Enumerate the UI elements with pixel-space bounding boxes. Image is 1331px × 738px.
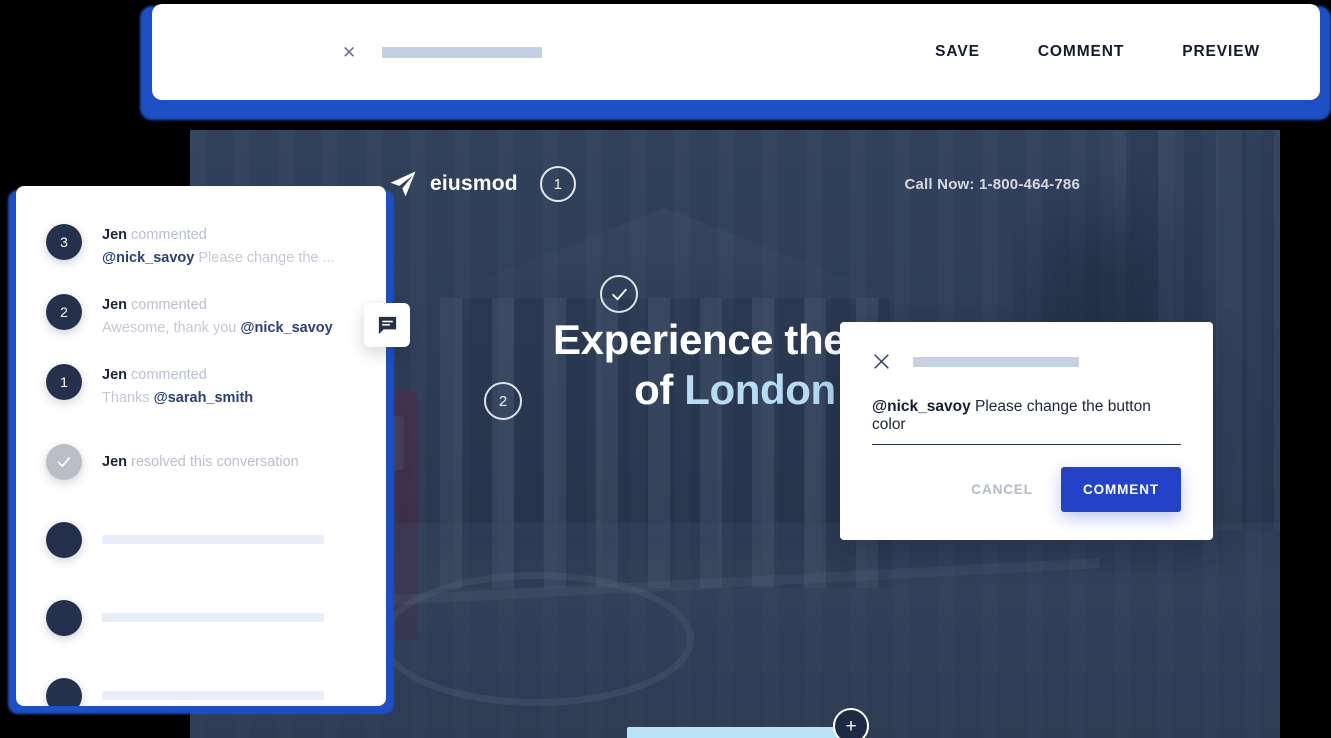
activity-verb: commented [131, 366, 207, 383]
activity-header: Jen commented [102, 225, 335, 247]
activity-text: Thanks @sarah_smith [102, 387, 253, 410]
mention[interactable]: @nick_savoy [102, 250, 194, 266]
list-item[interactable] [16, 579, 386, 657]
submit-comment-button[interactable]: COMMENT [1060, 467, 1181, 512]
activity-author: Jen [102, 296, 127, 313]
list-item[interactable]: 1 Jen commented Thanks @sarah_smith [16, 352, 386, 422]
preview-button[interactable]: PREVIEW [1182, 43, 1260, 61]
check-circle-icon[interactable] [600, 275, 638, 313]
phone-number: Call Now: 1-800-464-786 [904, 175, 1080, 193]
activity-header: Jen resolved this conversation [102, 452, 299, 474]
comment-input-wrap[interactable]: @nick_savoy Please change the button col… [872, 398, 1181, 445]
avatar: 1 [46, 363, 82, 400]
brand-name: eiusmod [430, 172, 518, 195]
toolbar-actions: SAVE COMMENT PREVIEW [935, 43, 1260, 61]
comment-dialog: @nick_savoy Please change the button col… [840, 322, 1213, 540]
cancel-button[interactable]: CANCEL [965, 472, 1039, 507]
placeholder-bar [102, 613, 324, 623]
comment-dialog-header [872, 352, 1181, 371]
list-item[interactable]: 2 Jen commented Awesome, thank you @nick… [16, 282, 386, 352]
avatar: 3 [46, 224, 82, 260]
activity-text: @nick_savoy Please change the ... [102, 247, 335, 270]
mention[interactable]: @nick_savoy [240, 320, 332, 336]
activity-author: Jen [102, 366, 127, 383]
placeholder-bar [102, 535, 324, 545]
hero-title-line2-accent: London [684, 365, 836, 413]
list-item[interactable]: 3 Jen commented @nick_savoy Please chang… [16, 212, 386, 282]
editor-toolbar: ✕ SAVE COMMENT PREVIEW [152, 4, 1320, 100]
activity-body: Jen commented Awesome, thank you @nick_s… [102, 294, 333, 340]
explore-more-button[interactable]: Explore More [627, 727, 842, 738]
mention[interactable]: @sarah_smith [154, 390, 254, 406]
list-item[interactable] [16, 492, 386, 579]
avatar [46, 599, 82, 636]
avatar: 2 [46, 293, 82, 330]
activity-text: Awesome, thank you @nick_savoy [102, 317, 333, 340]
comment-marker-1[interactable]: 1 [539, 166, 576, 202]
activity-author: Jen [102, 227, 127, 243]
activity-header: Jen commented [102, 365, 253, 387]
comment-button[interactable]: COMMENT [1038, 43, 1124, 61]
save-button[interactable]: SAVE [935, 43, 980, 61]
close-icon[interactable]: ✕ [342, 44, 356, 61]
avatar [46, 521, 82, 558]
activity-message: Please change the ... [194, 249, 335, 266]
activity-verb: commented [131, 227, 207, 243]
brand-logo[interactable]: eiusmod [388, 169, 518, 199]
resolved-check-icon [46, 443, 82, 480]
list-item[interactable] [16, 657, 386, 706]
cta-group: Explore More + [627, 708, 869, 738]
chat-bubble-icon[interactable] [364, 303, 410, 347]
activity-body: Jen commented @nick_savoy Please change … [102, 224, 335, 270]
placeholder-bar [102, 691, 324, 701]
close-icon[interactable] [872, 352, 891, 371]
toolbar-title-field[interactable] [382, 46, 543, 58]
comment-dialog-actions: CANCEL COMMENT [872, 467, 1181, 512]
activity-body: Jen resolved this conversation [102, 444, 299, 474]
list-item[interactable]: Jen resolved this conversation [16, 422, 386, 492]
mention: @nick_savoy [872, 398, 971, 415]
avatar [46, 677, 82, 706]
activity-message: Awesome, thank you [102, 319, 241, 336]
add-comment-icon[interactable]: + [833, 708, 869, 738]
comment-input[interactable]: @nick_savoy Please change the button col… [872, 398, 1181, 434]
activity-author: Jen [102, 453, 127, 470]
comment-dialog-title-placeholder [913, 356, 1079, 367]
hero-title-line2-prefix: of [634, 365, 685, 413]
comment-marker-2[interactable]: 2 [484, 382, 522, 420]
app-root: eiusmod 1 Call Now: 1-800-464-786 2 Expe… [0, 0, 1331, 738]
activity-sidebar: 3 Jen commented @nick_savoy Please chang… [16, 186, 386, 706]
activity-message: Thanks [102, 389, 154, 406]
activity-verb: commented [131, 296, 207, 313]
activity-header: Jen commented [102, 295, 333, 317]
activity-body: Jen commented Thanks @sarah_smith [102, 364, 253, 410]
activity-verb: resolved this conversation [131, 453, 299, 470]
